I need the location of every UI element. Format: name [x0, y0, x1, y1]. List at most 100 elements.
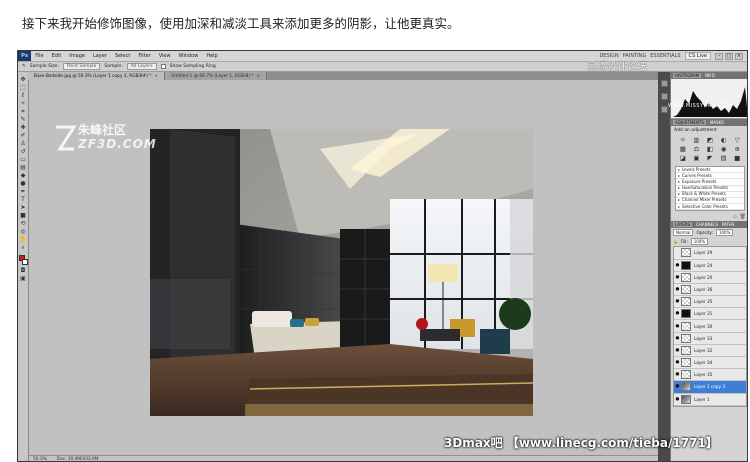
menu-select[interactable]: Select	[111, 53, 134, 59]
color-balance-icon[interactable]: ⚖	[691, 146, 703, 153]
clone-stamp-icon[interactable]: ♙	[19, 140, 27, 147]
blur-icon[interactable]: ◆	[19, 172, 27, 179]
screen-mode-icon[interactable]: ▣	[19, 275, 27, 282]
layer-row[interactable]: ● Layer 24	[674, 260, 746, 272]
eye-icon[interactable]: ●	[674, 336, 681, 341]
crop-icon[interactable]: ⌗	[19, 108, 27, 115]
lasso-icon[interactable]: ℓ	[19, 92, 27, 99]
trash-icon[interactable]: 🗑	[740, 214, 746, 220]
eye-icon[interactable]: ●	[674, 360, 681, 365]
path-select-icon[interactable]: ➤	[19, 204, 27, 211]
move-icon[interactable]: ✥	[19, 76, 27, 83]
new-layer-icon[interactable]: ▫	[733, 214, 736, 220]
layer-row[interactable]: ● Layer 30	[674, 320, 746, 333]
layer-row[interactable]: ● Layer 1	[674, 394, 746, 406]
sample-size-select[interactable]: Point Sample	[62, 63, 101, 70]
tab-masks[interactable]: MASKS	[710, 120, 724, 125]
sample-layers-select[interactable]: All Layers	[126, 63, 157, 70]
menu-image[interactable]: Image	[65, 53, 89, 59]
pen-icon[interactable]: ✒	[19, 188, 27, 195]
posterize-icon[interactable]: ▣	[691, 155, 703, 162]
eye-icon[interactable]: ●	[674, 324, 681, 329]
history-brush-icon[interactable]: ↺	[19, 148, 27, 155]
tab-document-1[interactable]: Base Bedside.jpg @ 50.3% (Layer 1 copy 3…	[28, 72, 166, 80]
close-icon[interactable]: ×	[154, 74, 158, 79]
brightness-icon[interactable]: ☼	[677, 137, 689, 144]
layer-row[interactable]: ● Layer 35	[674, 296, 746, 309]
blend-mode-select[interactable]: Normal	[673, 229, 694, 237]
type-icon[interactable]: T	[19, 196, 27, 203]
invert-icon[interactable]: ◪	[677, 155, 689, 162]
marquee-icon[interactable]: ⬚	[19, 84, 27, 91]
zoom-icon[interactable]: ⌕	[19, 244, 27, 251]
eye-icon[interactable]: ●	[674, 348, 681, 353]
eraser-icon[interactable]: ▭	[19, 156, 27, 163]
photoshop-app-icon[interactable]: Ps	[18, 51, 32, 61]
hue-icon[interactable]: ▦	[677, 146, 689, 153]
menu-help[interactable]: Help	[202, 53, 221, 59]
eye-icon[interactable]: ●	[674, 311, 681, 316]
eyedropper-icon[interactable]: ✎	[22, 64, 26, 69]
curves-icon[interactable]: ◩	[704, 137, 716, 144]
layer-row[interactable]: ● Layer 34	[674, 357, 746, 370]
workspace-essentials[interactable]: ESSENTIALS	[650, 53, 680, 59]
hand-icon[interactable]: ✋	[19, 236, 27, 243]
gradient-icon[interactable]: ▤	[19, 164, 27, 171]
history-panel-icon[interactable]	[660, 80, 668, 87]
eye-icon[interactable]: ●	[674, 384, 681, 389]
layer-row[interactable]: ● Layer 20	[674, 272, 746, 284]
minimize-icon[interactable]: –	[715, 52, 723, 60]
eyedropper-icon[interactable]: ✎	[19, 116, 27, 123]
show-ring-checkbox[interactable]	[160, 64, 166, 69]
tab-paths[interactable]: PATHS	[722, 222, 735, 227]
shape-icon[interactable]: ■	[19, 212, 27, 219]
layer-row[interactable]: ● Layer 35	[674, 369, 746, 382]
photo-filter-icon[interactable]: ◉	[718, 146, 730, 153]
eye-icon[interactable]: ●	[674, 287, 681, 292]
brush-icon[interactable]: ✐	[19, 132, 27, 139]
selective-color-icon[interactable]: ■	[731, 155, 743, 162]
fill-input[interactable]: 100%	[690, 238, 709, 246]
layer-row[interactable]: ● Layer 1 copy 3	[674, 381, 746, 394]
bedroom-render-image[interactable]	[150, 129, 533, 416]
brush-panel-icon[interactable]	[660, 106, 668, 113]
vibrance-icon[interactable]: ▽	[731, 137, 743, 144]
tab-layers[interactable]: LAYERS	[673, 222, 693, 228]
layer-row[interactable]: ● Layer 33	[674, 333, 746, 345]
dodge-icon[interactable]: ●	[19, 180, 27, 187]
actions-panel-icon[interactable]	[660, 93, 668, 100]
exposure-icon[interactable]: ◐	[718, 137, 730, 144]
quick-select-icon[interactable]: ✧	[19, 100, 27, 107]
lock-icon[interactable]: 🔒	[673, 239, 678, 244]
menu-layer[interactable]: Layer	[89, 53, 111, 59]
layer-row[interactable]: Layer 29	[674, 247, 746, 260]
gradient-map-icon[interactable]: ▤	[718, 155, 730, 162]
cs-live-button[interactable]: CS Live	[684, 52, 711, 60]
tab-histogram[interactable]: HISTOGRAM	[673, 73, 702, 78]
eye-icon[interactable]: ●	[674, 263, 681, 268]
quick-mask-icon[interactable]: ◘	[19, 267, 27, 274]
layer-row[interactable]: ● Layer 31	[674, 308, 746, 321]
tab-info[interactable]: INFO	[705, 73, 715, 78]
3d-orbit-icon[interactable]: ◎	[19, 228, 27, 235]
eye-icon[interactable]: ●	[674, 299, 681, 304]
layer-row[interactable]: ● Layer 36	[674, 284, 746, 297]
bw-icon[interactable]: ◧	[704, 146, 716, 153]
eye-icon[interactable]: ●	[674, 372, 681, 377]
3d-rotate-icon[interactable]: ⟲	[19, 220, 27, 227]
background-color-swatch[interactable]	[21, 259, 28, 265]
color-swatches[interactable]	[18, 255, 28, 266]
threshold-icon[interactable]: ◤	[704, 155, 716, 162]
tab-document-2[interactable]: Untitled-1 @ 66.7% (Layer 1, RGB/8) * ×	[165, 72, 268, 80]
menu-view[interactable]: View	[155, 53, 175, 59]
menu-file[interactable]: File	[31, 53, 47, 59]
preset-item[interactable]: ▸ Selective Color Presets	[676, 204, 744, 211]
healing-icon[interactable]: ✚	[19, 124, 27, 131]
menu-filter[interactable]: Filter	[134, 53, 154, 59]
eye-icon[interactable]: ●	[674, 275, 681, 280]
zoom-level[interactable]: 50.3%	[33, 457, 47, 461]
tab-channels[interactable]: CHANNELS	[696, 222, 718, 227]
layer-row[interactable]: ● Layer 32	[674, 345, 746, 357]
eye-icon[interactable]: ●	[674, 397, 681, 402]
opacity-input[interactable]: 100%	[715, 229, 734, 237]
